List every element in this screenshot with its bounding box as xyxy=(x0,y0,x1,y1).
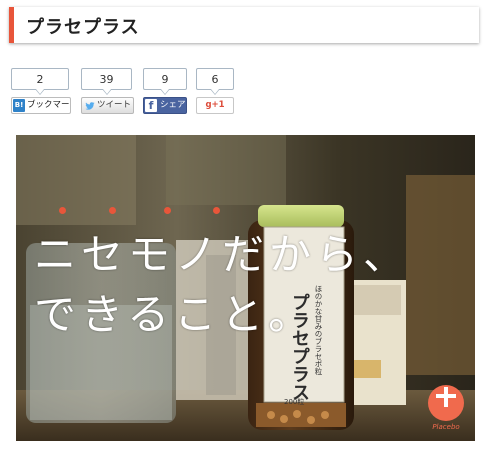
facebook-count[interactable]: 9 xyxy=(143,68,187,95)
facebook-share-button[interactable]: f シェア xyxy=(143,97,187,114)
gplus-share: 6 g+1 xyxy=(196,68,234,114)
page-title: プラセプラス xyxy=(26,17,140,38)
tweet-button[interactable]: ツイート xyxy=(81,97,134,114)
placebo-logo: Placebo xyxy=(426,385,466,435)
hatena-count[interactable]: 2 xyxy=(11,68,69,95)
twitter-count[interactable]: 39 xyxy=(81,68,132,95)
facebook-label: シェア xyxy=(160,100,186,110)
bottle-subtitle: ほのかな甘みのブラセボ粒 xyxy=(314,285,323,375)
hatena-label: ブックマーク xyxy=(27,100,70,110)
facebook-share: 9 f シェア xyxy=(143,68,187,114)
placebo-logo-text: Placebo xyxy=(432,423,460,431)
gplus-count[interactable]: 6 xyxy=(196,68,234,95)
hatena-share: 2 B!ブックマーク xyxy=(11,68,71,114)
gplus-label: g+1 xyxy=(205,100,225,110)
facebook-icon: f xyxy=(145,99,157,112)
twitter-bird-icon xyxy=(85,98,95,113)
share-buttons: 2 B!ブックマーク 39 ツイート 9 fシェア 6 g+1 xyxy=(11,68,251,116)
twitter-share: 39 ツイート xyxy=(81,68,134,114)
bottle-name: プラセプラス xyxy=(289,293,310,401)
article-title-box: プラセプラス xyxy=(9,7,479,43)
hatena-bookmark-button[interactable]: B!ブックマーク xyxy=(11,97,71,114)
hero-image: ニセモノだから、 できること。 ほのかな甘みのブラセボ粒 プラセプラス 200粒… xyxy=(16,135,475,441)
bottle-count: 200粒 xyxy=(284,398,305,406)
tweet-label: ツイート xyxy=(97,100,132,110)
hero-photo-illustration xyxy=(16,135,475,441)
hatena-icon: B! xyxy=(13,99,25,112)
gplus-button[interactable]: g+1 xyxy=(196,97,234,114)
